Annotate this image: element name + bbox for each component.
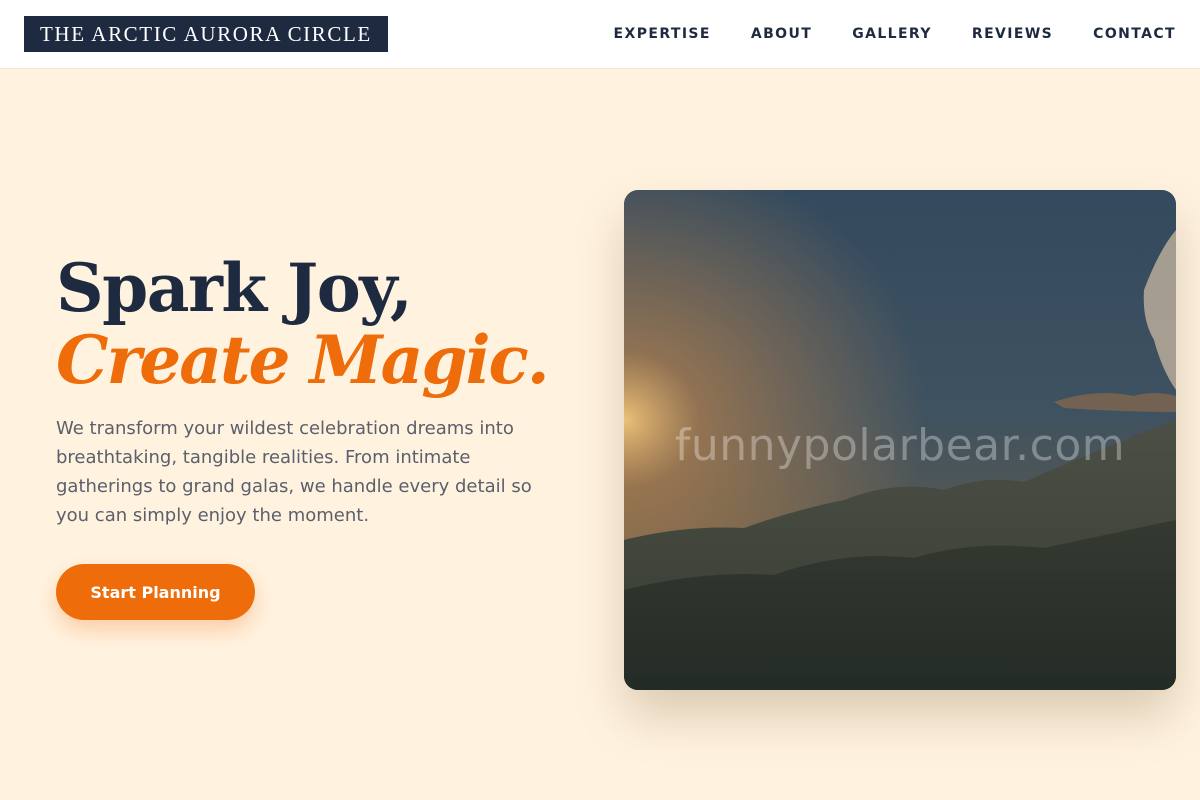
headline-line-1: Spark Joy, — [56, 249, 413, 327]
nav-link-contact[interactable]: CONTACT — [1093, 26, 1176, 42]
start-planning-button[interactable]: Start Planning — [56, 564, 255, 620]
hero-image: funnypolarbear.com — [624, 190, 1176, 690]
hero-description: We transform your wildest celebration dr… — [56, 418, 532, 526]
image-watermark: funnypolarbear.com — [674, 420, 1126, 471]
nav-link-reviews[interactable]: REVIEWS — [972, 26, 1053, 42]
brand-logo[interactable]: THE ARCTIC AURORA CIRCLE — [24, 16, 388, 52]
nav-link-expertise[interactable]: EXPERTISE — [614, 26, 711, 42]
brand-name: THE ARCTIC AURORA CIRCLE — [40, 21, 372, 46]
headline-line-2: Create Magic. — [56, 321, 550, 399]
nav-link-gallery[interactable]: GALLERY — [852, 26, 932, 42]
hero-headline: Spark Joy, Create Magic. — [56, 252, 556, 396]
nav-link-about[interactable]: ABOUT — [751, 26, 812, 42]
hero-copy: Spark Joy, Create Magic. We transform yo… — [56, 252, 556, 620]
site-header: THE ARCTIC AURORA CIRCLE EXPERTISE ABOUT… — [0, 0, 1200, 69]
main-nav: EXPERTISE ABOUT GALLERY REVIEWS CONTACT — [574, 26, 1176, 42]
